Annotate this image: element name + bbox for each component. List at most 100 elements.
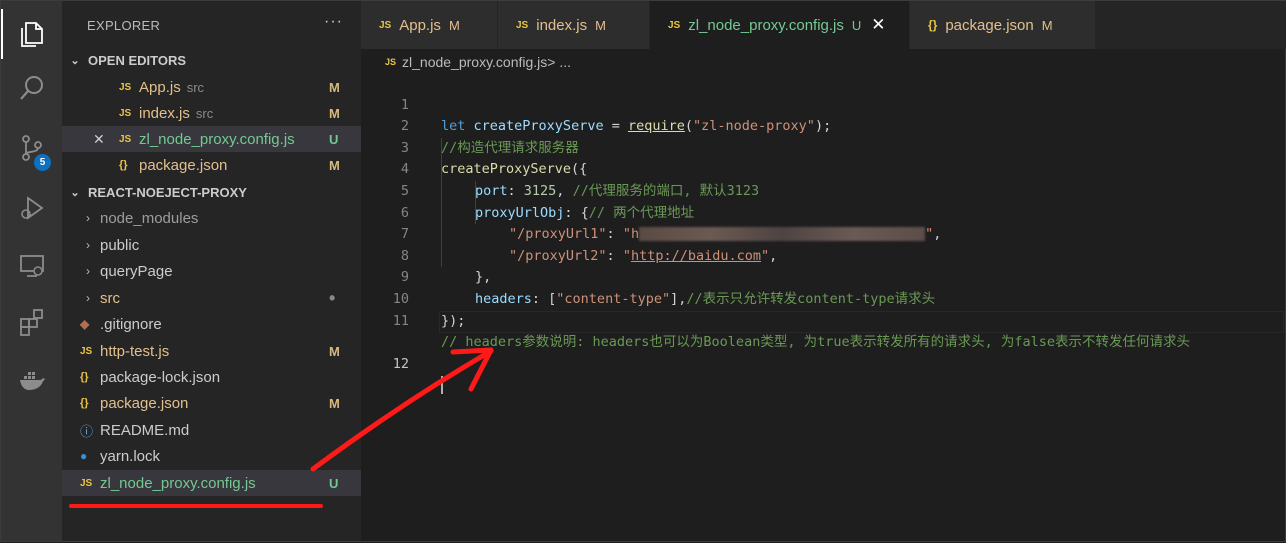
- remote-explorer-button[interactable]: [1, 241, 62, 291]
- file-name: .gitignore: [100, 315, 162, 333]
- code-editor[interactable]: 1 let createProxyServe = require("zl-nod…: [361, 73, 1286, 541]
- explorer-title: EXPLORER: [87, 18, 161, 33]
- tab-status: M: [1041, 17, 1053, 33]
- scm-badge: 5: [34, 154, 51, 171]
- chevron-down-icon: ⌄: [70, 186, 80, 199]
- js-file-icon: JS: [80, 345, 93, 357]
- tree-file-http-test[interactable]: JS http-test.js M: [62, 338, 361, 364]
- breadcrumb-rest[interactable]: > ...: [547, 54, 571, 70]
- docker-button[interactable]: [1, 355, 62, 405]
- js-file-icon: JS: [516, 19, 529, 31]
- line-number: 12: [392, 355, 409, 372]
- tab-status: M: [448, 17, 460, 33]
- json-file-icon: {}: [928, 18, 938, 32]
- js-file-icon: JS: [119, 133, 132, 145]
- tab-index-js[interactable]: JS index.js M: [498, 1, 650, 49]
- vscode-window: 5 EXPLORER ··· ⌄ OPEN EDITORS JS App.js …: [0, 0, 1286, 542]
- explorer-button[interactable]: [1, 9, 62, 59]
- file-name: index.js: [139, 104, 190, 122]
- code-line: 5 proxyUrlObj: {// 两个代理地址: [361, 159, 1286, 221]
- folder-name: queryPage: [100, 262, 173, 280]
- files-icon: [20, 22, 43, 47]
- git-file-icon: ◆: [80, 317, 90, 331]
- tab-package-json[interactable]: {} package.json M: [910, 1, 1096, 49]
- project-header[interactable]: ⌄ REACT-NOEJECT-PROXY: [62, 179, 361, 205]
- js-file-icon: JS: [80, 477, 93, 489]
- breadcrumb-file[interactable]: zl_node_proxy.config.js: [402, 54, 547, 70]
- git-status-badge: M: [329, 157, 340, 173]
- extensions-icon: [19, 309, 43, 336]
- open-editor-item-config-js[interactable]: ✕ JS zl_node_proxy.config.js U: [62, 126, 361, 152]
- info-icon: ⓘ: [80, 423, 94, 439]
- json-file-icon: {}: [80, 371, 89, 383]
- tab-app-js[interactable]: JS App.js M: [361, 1, 498, 49]
- breadcrumb[interactable]: JS zl_node_proxy.config.js > ...: [385, 51, 571, 73]
- activity-bar: 5: [1, 1, 62, 541]
- tab-label: App.js: [399, 16, 441, 34]
- open-editors-header[interactable]: ⌄ OPEN EDITORS: [62, 47, 361, 73]
- run-debug-button[interactable]: [1, 183, 62, 233]
- js-file-icon: JS: [668, 19, 681, 31]
- folder-name: src: [100, 289, 120, 307]
- search-button[interactable]: [1, 63, 62, 113]
- git-status-badge: U: [329, 131, 339, 147]
- close-icon[interactable]: ✕: [871, 15, 885, 35]
- code-line: 1 let createProxyServe = require("zl-nod…: [361, 73, 1286, 135]
- file-name: package.json: [139, 156, 228, 174]
- file-dir: src: [186, 79, 205, 95]
- tree-folder-src[interactable]: › src •: [62, 285, 361, 311]
- tree-file-readme[interactable]: ⓘ README.md: [62, 417, 361, 443]
- file-name: http-test.js: [100, 342, 170, 360]
- source-control-button[interactable]: 5: [1, 123, 62, 173]
- json-file-icon: {}: [80, 397, 89, 409]
- open-editor-item-app-js[interactable]: JS App.js src M: [62, 74, 361, 100]
- file-name: package-lock.json: [100, 368, 221, 386]
- git-status-badge: M: [329, 79, 340, 95]
- chevron-right-icon: ›: [86, 264, 90, 278]
- text-cursor: [441, 376, 443, 395]
- tab-config-js[interactable]: JS zl_node_proxy.config.js U ✕: [650, 1, 910, 49]
- more-actions-icon[interactable]: ···: [324, 13, 343, 31]
- code-line: 11 // headers参数说明: headers也可以为Boolean类型,…: [361, 289, 1286, 351]
- tab-label: index.js: [536, 16, 588, 34]
- extensions-button[interactable]: [1, 297, 62, 347]
- tree-folder-public[interactable]: › public: [62, 232, 361, 258]
- close-icon[interactable]: ✕: [93, 131, 105, 148]
- code-line: 3 createProxyServe({: [361, 116, 1286, 178]
- js-file-icon: JS: [379, 19, 392, 31]
- code-line: 10 });: [361, 267, 1286, 329]
- docker-whale-icon: [19, 372, 45, 390]
- editor-tabs: JS App.js M JS index.js M JS zl_node_pro…: [361, 1, 1286, 49]
- tree-file-config-js[interactable]: JS zl_node_proxy.config.js U: [62, 470, 361, 496]
- modified-dot: •: [329, 287, 336, 308]
- code-line: 9 headers: ["content-type"],//表示只允许转发con…: [361, 246, 1286, 307]
- js-file-icon: JS: [385, 57, 397, 67]
- file-dir: src: [195, 105, 214, 121]
- tab-status: U: [851, 17, 862, 33]
- explorer-sidebar: EXPLORER ··· ⌄ OPEN EDITORS JS App.js sr…: [62, 1, 361, 541]
- tree-file-package-lock[interactable]: {} package-lock.json: [62, 364, 361, 390]
- git-status-badge: M: [329, 343, 340, 359]
- open-editors-label: OPEN EDITORS: [88, 52, 187, 68]
- open-editor-item-package-json[interactable]: {} package.json M: [62, 152, 361, 178]
- js-file-icon: JS: [119, 81, 132, 93]
- js-file-icon: JS: [119, 107, 132, 119]
- yarn-icon: ●: [80, 449, 88, 463]
- file-name: yarn.lock: [100, 447, 161, 465]
- tab-label: package.json: [945, 16, 1034, 34]
- open-editor-item-index-js[interactable]: JS index.js src M: [62, 100, 361, 126]
- tree-file-yarn-lock[interactable]: ● yarn.lock: [62, 443, 361, 469]
- code-line: 6 "/proxyUrl1": "h ",: [361, 181, 1286, 243]
- tree-folder-querypage[interactable]: › queryPage: [62, 258, 361, 284]
- code-line: 7 "/proxyUrl2": "http://baidu.com",: [361, 203, 1286, 264]
- git-status-badge: U: [329, 475, 339, 491]
- tree-file-package-json[interactable]: {} package.json M: [62, 390, 361, 416]
- tree-folder-node-modules[interactable]: › node_modules: [62, 205, 361, 231]
- code-line: 8 },: [361, 224, 1286, 286]
- file-name: zl_node_proxy.config.js: [139, 130, 295, 148]
- tree-file-gitignore[interactable]: ◆ .gitignore: [62, 311, 361, 337]
- search-icon: [19, 76, 43, 100]
- git-status-badge: M: [329, 395, 340, 411]
- file-name: App.js: [139, 78, 181, 96]
- folder-name: node_modules: [100, 209, 199, 227]
